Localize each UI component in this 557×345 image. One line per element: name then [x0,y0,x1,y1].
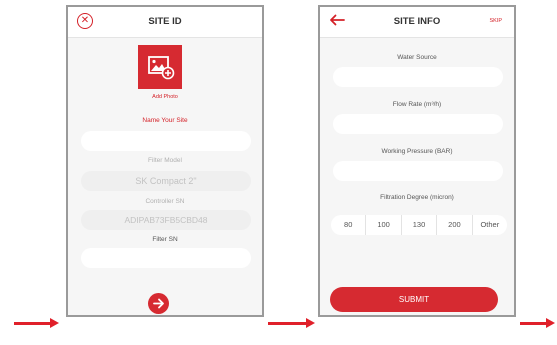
water-source-label: Water Source [397,54,437,61]
flow-arrow-icon [14,318,59,328]
add-photo-button[interactable] [138,45,182,89]
filtration-option-80[interactable]: 80 [331,215,367,235]
submit-button[interactable]: SUBMIT [330,287,498,312]
working-pressure-label: Working Pressure (BAR) [381,148,453,155]
site-name-label: Name Your Site [142,117,188,124]
skip-link[interactable]: SKIP [489,18,502,24]
flow-arrow-icon [268,318,315,328]
controller-sn-field[interactable]: ADIPAB73FB5CBD48 [81,210,251,230]
flow-rate-label: Flow Rate (m³/h) [392,101,442,108]
working-pressure-input[interactable] [333,161,503,181]
filtration-option-130[interactable]: 130 [402,215,438,235]
next-button[interactable] [148,293,169,314]
site-name-input[interactable] [81,131,251,151]
page-title: SITE INFO [393,16,441,27]
site-info-screen: SITE INFO SKIP Water Source Flow Rate (m… [318,5,516,317]
filter-sn-input[interactable] [81,248,251,268]
site-id-screen: ✕ SITE ID Add Photo Name Your Site Filte… [66,5,264,317]
site-info-header: SITE INFO SKIP [320,7,514,38]
flow-rate-input[interactable] [333,114,503,134]
flow-arrow-icon [520,318,555,328]
site-id-header: ✕ SITE ID [68,7,262,38]
add-photo-label[interactable]: Add Photo [68,94,262,100]
filter-model-field[interactable]: SK Compact 2" [81,171,251,191]
page-title: SITE ID [148,16,182,27]
filtration-option-100[interactable]: 100 [366,215,402,235]
filtration-option-200[interactable]: 200 [437,215,473,235]
filter-sn-label: Filter SN [152,236,178,243]
filtration-degree-selector: 80 100 130 200 Other [331,215,507,235]
filtration-option-other[interactable]: Other [473,215,507,235]
add-image-icon [148,56,175,80]
controller-sn-label: Controller SN [145,198,185,205]
water-source-input[interactable] [333,67,503,87]
next-arrow-icon [153,298,164,309]
filtration-degree-label: Filtration Degree (micron) [380,194,454,201]
filter-model-label: Filter Model [148,157,182,164]
